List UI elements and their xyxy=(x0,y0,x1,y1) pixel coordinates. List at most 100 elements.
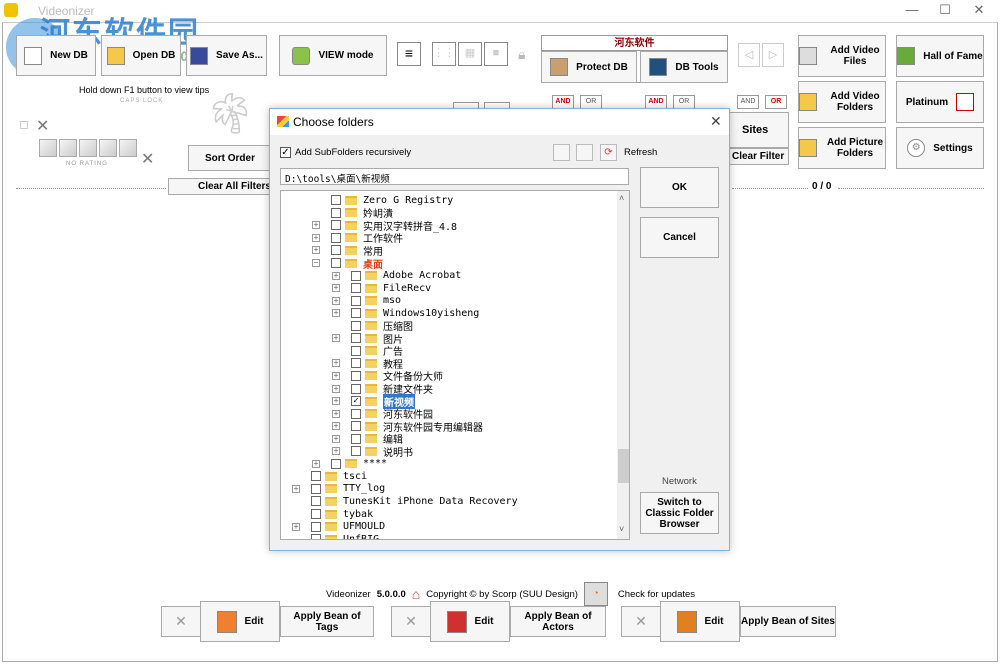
db-tools-button[interactable]: DB Tools xyxy=(640,51,728,83)
folder-checkbox[interactable] xyxy=(351,433,361,444)
expand-icon[interactable]: + xyxy=(332,434,340,443)
tree-row[interactable]: tsci xyxy=(311,470,367,483)
sort-order-button[interactable]: Sort Order xyxy=(188,145,272,171)
scroll-down-icon[interactable]: ˅ xyxy=(619,524,624,534)
edit-actors-button[interactable]: Edit xyxy=(430,601,510,642)
folder-checkbox[interactable] xyxy=(311,534,321,539)
expand-icon[interactable]: + xyxy=(312,459,320,468)
folder-checkbox[interactable] xyxy=(351,295,361,306)
view-mode-button[interactable]: VIEW mode xyxy=(279,35,387,76)
edit-tags-button[interactable]: Edit xyxy=(200,601,280,642)
filter-checkbox[interactable] xyxy=(20,121,28,129)
dialog-close-button[interactable]: ✕ xyxy=(710,113,722,130)
clear-rating-icon[interactable]: ✕ xyxy=(141,149,154,169)
folder-checkbox[interactable] xyxy=(331,458,341,469)
add-video-folders-button[interactable]: Add Video Folders xyxy=(798,81,886,123)
expand-icon[interactable]: + xyxy=(312,221,320,230)
platinum-button[interactable]: Platinum xyxy=(896,81,984,123)
check-updates-link[interactable]: Check for updates xyxy=(618,589,695,600)
list-view-icon[interactable]: ≡ xyxy=(397,42,421,66)
expand-icon[interactable]: + xyxy=(292,522,300,531)
expand-icon[interactable]: + xyxy=(332,447,340,456)
satellite-update-icon[interactable]: ◔ xyxy=(583,582,608,606)
rating-star[interactable] xyxy=(59,139,77,157)
and-toggle[interactable]: AND xyxy=(552,95,574,109)
new-db-button[interactable]: New DB xyxy=(16,35,96,76)
apply-sites-button[interactable]: Apply Bean of Sites xyxy=(740,606,836,637)
apply-tags-button[interactable]: Apply Bean of Tags xyxy=(280,606,374,637)
and-toggle[interactable]: AND xyxy=(645,95,667,109)
tree-row[interactable]: + Windows10yisheng xyxy=(332,307,479,320)
scroll-thumb[interactable] xyxy=(618,449,629,483)
small-grid-view-icon[interactable]: ⋮⋮ xyxy=(432,42,456,66)
open-db-button[interactable]: Open DB xyxy=(101,35,181,76)
folder-checkbox[interactable] xyxy=(351,283,361,294)
folder-checkbox[interactable] xyxy=(331,245,341,256)
rating-star[interactable] xyxy=(79,139,97,157)
and-toggle[interactable]: AND xyxy=(737,95,759,109)
folder-tree[interactable]: Zero G Registry 妗岄潰 + 实用汉字转拼音_4.8 + 工作软件 + 常用 − 桌… xyxy=(280,190,630,540)
expand-icon[interactable]: + xyxy=(332,284,340,293)
expand-icon[interactable]: + xyxy=(312,233,320,242)
clear-actors-button[interactable]: ✕ xyxy=(391,606,431,637)
folder-checkbox[interactable] xyxy=(351,333,361,344)
rating-star[interactable] xyxy=(119,139,137,157)
expand-icon[interactable]: + xyxy=(332,422,340,431)
rating-star[interactable] xyxy=(99,139,117,157)
protect-db-button[interactable]: Protect DB xyxy=(541,51,637,83)
folder-checkbox[interactable] xyxy=(351,308,361,319)
add-subfolders-checkbox[interactable]: ✓ xyxy=(280,147,291,158)
add-video-files-button[interactable]: Add Video Files xyxy=(798,35,886,77)
folder-checkbox[interactable] xyxy=(311,509,321,519)
expand-icon[interactable]: + xyxy=(332,334,340,343)
tree-row[interactable]: + mso xyxy=(332,294,401,307)
folder-checkbox[interactable] xyxy=(311,521,321,532)
edit-sites-button[interactable]: Edit xyxy=(660,601,740,642)
close-button[interactable]: ✕ xyxy=(962,0,996,22)
folder-checkbox[interactable] xyxy=(351,370,361,381)
folder-checkbox[interactable] xyxy=(351,383,361,394)
sites-button[interactable]: Sites xyxy=(729,112,789,148)
tree-row[interactable]: + FileRecv xyxy=(332,282,431,295)
folder-checkbox[interactable]: ✓ xyxy=(351,396,361,407)
save-as-button[interactable]: Save As... xyxy=(186,35,267,76)
collapse-icon[interactable]: − xyxy=(312,259,320,267)
medium-grid-view-icon[interactable]: ▦ xyxy=(458,42,482,66)
expand-icon[interactable]: + xyxy=(332,397,340,406)
switch-classic-browser-button[interactable]: Switch to Classic Folder Browser xyxy=(640,492,719,534)
home-icon[interactable]: ⌂ xyxy=(412,586,420,602)
or-toggle[interactable]: OR xyxy=(765,95,787,109)
expand-icon[interactable]: + xyxy=(332,384,340,393)
expand-all-icon[interactable] xyxy=(553,144,570,161)
tree-row[interactable]: + UFMOULD xyxy=(292,520,385,533)
tree-row[interactable]: TunesKit iPhone Data Recovery xyxy=(311,495,518,508)
tree-row[interactable]: + TTY_log xyxy=(292,483,385,496)
or-toggle[interactable]: OR xyxy=(580,95,602,109)
expand-icon[interactable]: + xyxy=(292,484,300,493)
expand-icon[interactable]: + xyxy=(312,246,320,255)
large-view-icon[interactable]: ■ xyxy=(484,42,508,66)
folder-checkbox[interactable] xyxy=(331,232,341,243)
refresh-label[interactable]: Refresh xyxy=(624,147,657,158)
clear-sites-button[interactable]: ✕ xyxy=(621,606,661,637)
folder-checkbox[interactable] xyxy=(311,496,321,507)
folder-checkbox[interactable] xyxy=(351,345,361,356)
expand-icon[interactable]: + xyxy=(332,309,340,318)
folder-checkbox[interactable] xyxy=(331,207,341,218)
folder-checkbox[interactable] xyxy=(311,483,321,494)
tree-row[interactable]: − 桌面 xyxy=(312,257,383,271)
path-input[interactable]: D:\tools\桌面\新视频 xyxy=(280,168,629,185)
tree-row[interactable]: + 说明书 xyxy=(332,445,413,459)
maximize-button[interactable]: ☐ xyxy=(928,0,962,22)
tree-row[interactable]: + 河东软件园专用编辑器 xyxy=(332,420,483,434)
tree-row[interactable]: + **** xyxy=(312,458,387,471)
add-picture-folders-button[interactable]: Add Picture Folders xyxy=(798,127,886,169)
next-arrow-icon[interactable]: ▷ xyxy=(762,43,784,67)
tree-row[interactable]: UnfBIG xyxy=(311,533,379,539)
or-toggle[interactable]: OR xyxy=(673,95,695,109)
collapse-all-icon[interactable] xyxy=(576,144,593,161)
refresh-icon[interactable]: ⟳ xyxy=(600,144,617,161)
tree-row[interactable]: tybak xyxy=(311,508,373,521)
clear-all-filters-button[interactable]: Clear All Filters xyxy=(168,178,278,195)
clear-tags-button[interactable]: ✕ xyxy=(161,606,201,637)
